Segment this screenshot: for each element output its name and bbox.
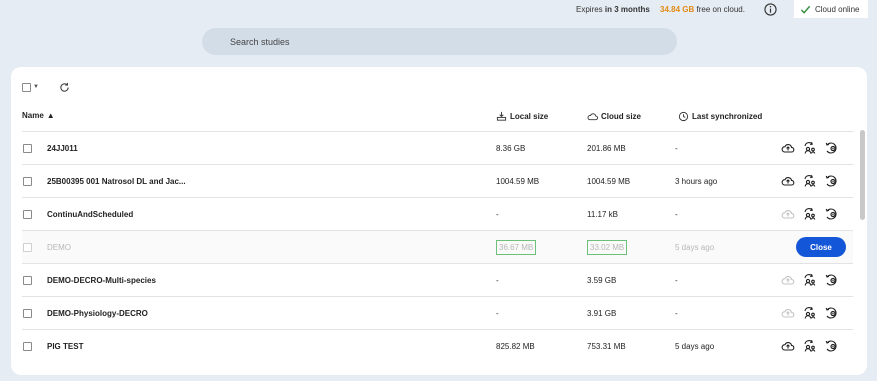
column-last-synchronized-label: Last synchronized (692, 112, 763, 121)
local-size: - (496, 210, 499, 219)
cloud-upload-icon[interactable] (781, 339, 795, 353)
local-size: - (496, 276, 499, 285)
local-size: 8.36 GB (496, 144, 526, 153)
row-checkbox[interactable] (23, 309, 32, 318)
study-name[interactable]: DEMO-DECRO-Multi-species (47, 276, 156, 285)
row-actions (781, 174, 839, 188)
cloud-icon (587, 113, 598, 121)
share-users-icon[interactable] (803, 339, 817, 353)
local-size: 825.82 MB (496, 342, 535, 351)
sync-settings-icon[interactable] (825, 273, 839, 287)
refresh-icon[interactable] (59, 82, 70, 93)
search-input[interactable] (202, 28, 677, 55)
row-checkbox[interactable] (23, 243, 32, 252)
table-row[interactable]: DEMO 36.67 MB 33.02 MB 5 days ago Close (22, 230, 853, 263)
share-users-icon[interactable] (803, 306, 817, 320)
local-size: 36.67 MB (496, 240, 537, 255)
row-checkbox[interactable] (23, 276, 32, 285)
study-name[interactable]: PIG TEST (47, 342, 83, 351)
sync-settings-icon[interactable] (825, 207, 839, 221)
last-synchronized: - (675, 210, 678, 219)
study-name[interactable]: 25B00395 001 Natrosol DL and Jac... (47, 177, 186, 186)
cloud-upload-icon[interactable] (781, 141, 795, 155)
row-checkbox[interactable] (23, 210, 32, 219)
table-row[interactable]: PIG TEST 825.82 MB 753.31 MB 5 days ago (22, 329, 853, 362)
share-users-icon[interactable] (803, 273, 817, 287)
free-space-text: 34.84 GB free on cloud. (660, 5, 745, 14)
sync-settings-icon[interactable] (825, 141, 839, 155)
cloud-upload-icon[interactable] (781, 306, 795, 320)
sync-settings-icon[interactable] (825, 306, 839, 320)
cloud-upload-icon[interactable] (781, 174, 795, 188)
share-users-icon[interactable] (803, 174, 817, 188)
table-row[interactable]: DEMO-DECRO-Multi-species - 3.59 GB - (22, 263, 853, 296)
sync-settings-icon[interactable] (825, 174, 839, 188)
study-name[interactable]: DEMO-Physiology-DECRO (47, 309, 148, 318)
last-synchronized: - (675, 144, 678, 153)
local-size: 1004.59 MB (496, 177, 540, 186)
cloud-upload-icon[interactable] (781, 273, 795, 287)
study-name[interactable]: ContinuAndScheduled (47, 210, 133, 219)
column-last-synchronized[interactable]: Last synchronized (678, 111, 762, 122)
study-name[interactable]: DEMO (47, 243, 71, 252)
last-synchronized: - (675, 276, 678, 285)
info-icon[interactable] (764, 3, 777, 16)
column-cloud-size[interactable]: Cloud size (587, 111, 641, 122)
cloud-upload-icon[interactable] (781, 207, 795, 221)
studies-panel: ▼ Name ▲ Local size Cloud size Last sync… (11, 67, 867, 375)
studies-table: 24JJ011 8.36 GB 201.86 MB - 25B00395 001… (22, 131, 853, 362)
table-row[interactable]: ContinuAndScheduled - 11.17 kB - (22, 197, 853, 230)
column-local-size-label: Local size (510, 112, 549, 121)
cloud-size: 753.31 MB (587, 342, 626, 351)
cloud-size: 11.17 kB (587, 210, 618, 219)
local-size: - (496, 309, 499, 318)
study-name[interactable]: 24JJ011 (47, 144, 78, 153)
last-synchronized: 5 days ago (675, 243, 715, 252)
close-button[interactable]: Close (796, 237, 846, 257)
chevron-down-icon[interactable]: ▼ (33, 84, 39, 90)
scrollbar[interactable] (860, 130, 865, 220)
table-row[interactable]: 24JJ011 8.36 GB 201.86 MB - (22, 131, 853, 164)
share-users-icon[interactable] (803, 207, 817, 221)
column-name-label: Name (22, 111, 44, 120)
column-local-size[interactable]: Local size (496, 111, 548, 122)
select-all-checkbox[interactable] (22, 82, 31, 92)
status-bar: Expires in 3 months 34.84 GB free on clo… (0, 0, 877, 20)
last-synchronized: - (675, 309, 678, 318)
row-actions (781, 141, 839, 155)
cloud-size: 3.59 GB (587, 276, 617, 285)
history-icon (678, 111, 689, 122)
toolbar: ▼ (22, 80, 70, 94)
table-row[interactable]: DEMO-Physiology-DECRO - 3.91 GB - (22, 296, 853, 329)
cloud-status-badge: Cloud online (794, 0, 868, 18)
select-all-dropdown[interactable]: ▼ (22, 82, 39, 92)
row-actions (781, 306, 839, 320)
table-row[interactable]: 25B00395 001 Natrosol DL and Jac... 1004… (22, 164, 853, 197)
cloud-size: 3.91 GB (587, 309, 617, 318)
cloud-size: 201.86 MB (587, 144, 626, 153)
check-icon (800, 5, 811, 14)
share-users-icon[interactable] (803, 141, 817, 155)
row-checkbox[interactable] (23, 144, 32, 153)
sort-ascending-icon: ▲ (46, 111, 55, 120)
column-cloud-size-label: Cloud size (601, 112, 642, 121)
row-checkbox[interactable] (23, 177, 32, 186)
last-synchronized: 3 hours ago (675, 177, 718, 186)
row-actions (781, 339, 839, 353)
cloud-size: 33.02 MB (587, 240, 628, 255)
row-actions (781, 273, 839, 287)
row-actions (781, 207, 839, 221)
sync-settings-icon[interactable] (825, 339, 839, 353)
local-storage-icon (496, 111, 507, 121)
row-checkbox[interactable] (23, 342, 32, 351)
column-name[interactable]: Name ▲ (22, 111, 55, 120)
expiry-text: Expires in 3 months (576, 5, 650, 14)
cloud-size: 1004.59 MB (587, 177, 631, 186)
cloud-status-label: Cloud online (815, 4, 860, 14)
last-synchronized: 5 days ago (675, 342, 715, 351)
table-header: Name ▲ Local size Cloud size Last synchr… (22, 105, 853, 127)
